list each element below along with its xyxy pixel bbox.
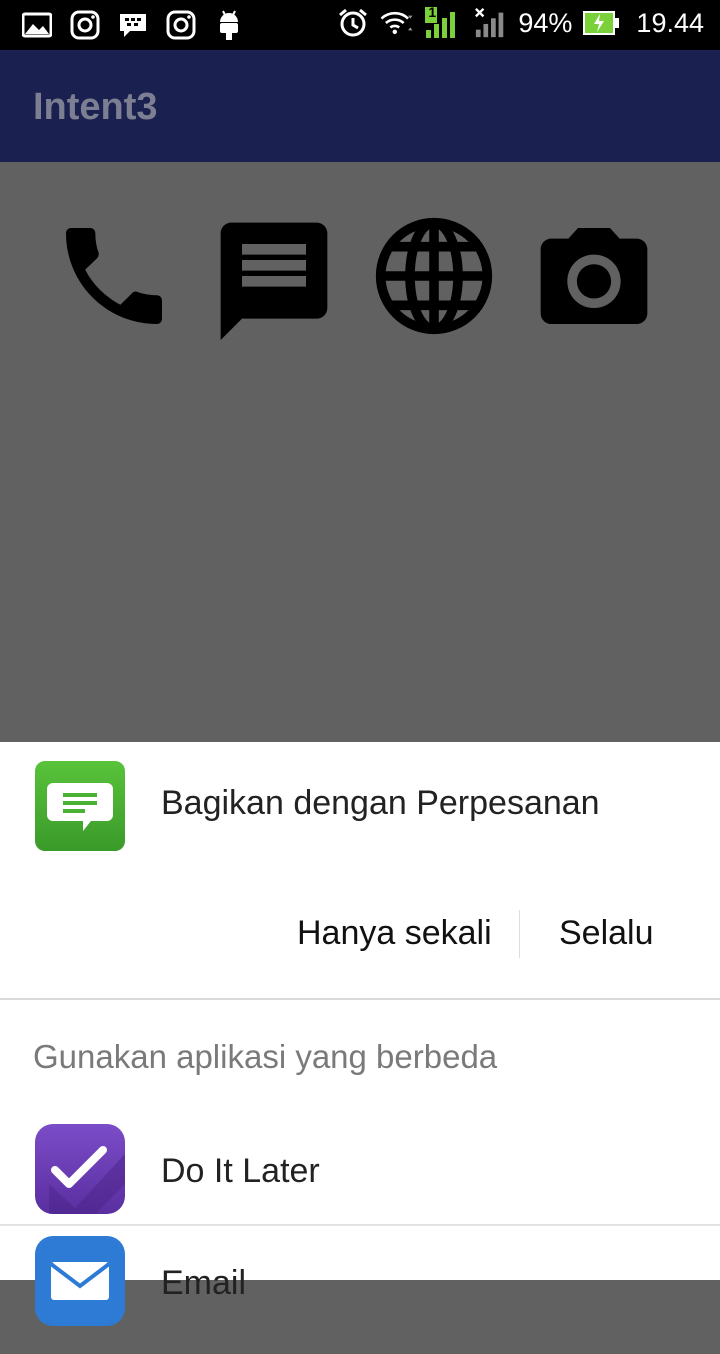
preferred-app-row[interactable]: Bagikan dengan Perpesanan xyxy=(0,742,720,872)
phone-icon[interactable] xyxy=(50,206,178,346)
app-label: Do It Later xyxy=(161,1152,320,1190)
battery-percent: 94% xyxy=(518,7,573,38)
instagram-icon xyxy=(164,8,198,42)
app-bar: Intent3 xyxy=(0,50,720,162)
signal-icon: 1 xyxy=(424,4,464,40)
signal-icon xyxy=(474,6,508,40)
app-label: Email xyxy=(161,1264,247,1302)
status-bar: 1 94% 19.44 xyxy=(0,0,720,50)
gallery-icon xyxy=(20,8,54,42)
chooser-actions: Hanya sekali Selalu xyxy=(0,892,720,992)
use-different-app-header: Gunakan aplikasi yang berbeda xyxy=(33,1038,498,1075)
button-divider xyxy=(519,910,520,958)
main-content xyxy=(0,162,720,742)
signal-badge: 1 xyxy=(428,4,437,20)
list-item-email[interactable]: Email xyxy=(0,1236,720,1354)
clock: 19.44 xyxy=(636,7,704,38)
web-icon[interactable] xyxy=(370,206,498,346)
notification-icons xyxy=(20,8,246,42)
android-icon xyxy=(212,8,246,42)
wifi-icon xyxy=(380,6,414,40)
bbm-icon xyxy=(116,8,150,42)
app-title: Intent3 xyxy=(33,86,158,128)
action-icons-row xyxy=(50,206,658,346)
just-once-button[interactable]: Hanya sekali xyxy=(297,914,492,953)
list-divider xyxy=(0,1224,720,1226)
email-icon xyxy=(35,1236,125,1326)
messaging-app-icon xyxy=(35,761,125,851)
do-it-later-icon xyxy=(35,1124,125,1214)
message-icon[interactable] xyxy=(210,206,338,346)
camera-icon[interactable] xyxy=(530,206,658,346)
alarm-icon xyxy=(336,6,370,40)
battery-charging-icon xyxy=(582,6,620,40)
system-icons: 1 94% 19.44 xyxy=(336,4,704,40)
always-button[interactable]: Selalu xyxy=(559,914,654,953)
share-chooser-sheet: Bagikan dengan Perpesanan Hanya sekali S… xyxy=(0,742,720,1326)
instagram-icon xyxy=(68,8,102,42)
share-with-label: Bagikan dengan Perpesanan xyxy=(161,784,600,822)
section-divider xyxy=(0,998,720,1000)
